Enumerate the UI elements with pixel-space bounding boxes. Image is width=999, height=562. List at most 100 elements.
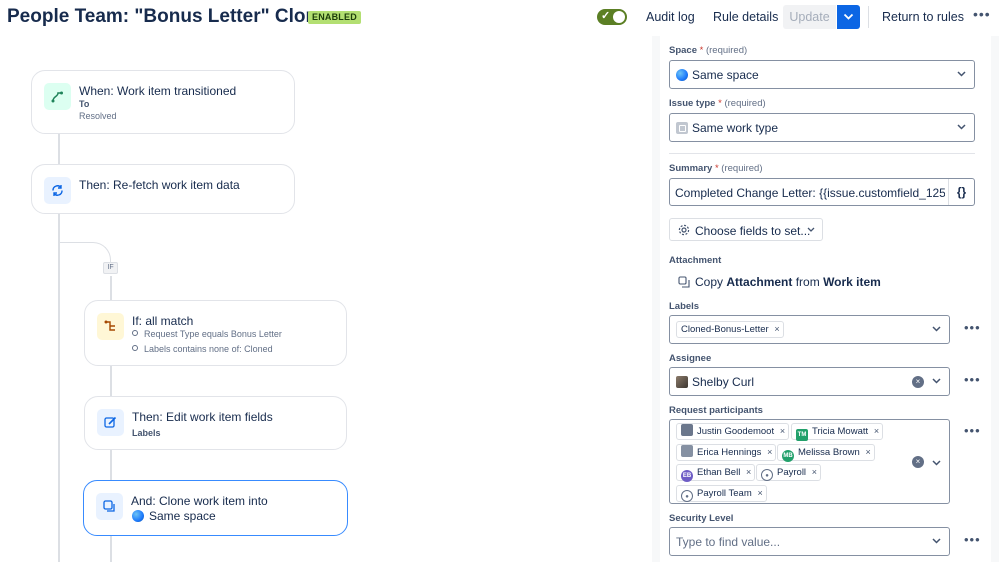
labels-more-icon[interactable]: ••• <box>964 320 981 335</box>
issue-type-value: Same work type <box>692 121 779 135</box>
participant-chip: Justin Goodemoot × <box>676 423 790 440</box>
avatar <box>681 424 693 436</box>
return-to-rules-button[interactable]: Return to rules <box>882 10 964 24</box>
chevron-down-icon <box>932 460 941 466</box>
participant-chip: Erica Hennings × <box>676 444 777 461</box>
participant-chip: MB Melissa Brown × <box>777 444 875 462</box>
user-icon: ● <box>761 469 773 481</box>
audit-log-button[interactable]: Audit log <box>646 10 695 24</box>
trigger-card[interactable]: When: Work item transitioned To Resolved <box>31 70 295 134</box>
connector-line <box>110 450 112 480</box>
header-divider <box>868 6 869 28</box>
rule-flow-canvas: When: Work item transitioned To Resolved… <box>0 36 652 562</box>
clear-icon[interactable]: × <box>912 376 924 388</box>
remove-participant-icon[interactable]: × <box>746 465 751 480</box>
avatar: TM <box>796 429 808 441</box>
connector-line <box>110 536 112 562</box>
assignee-value: Shelby Curl <box>692 375 755 389</box>
connector-line <box>58 134 60 164</box>
security-level-select[interactable]: Type to find value... <box>669 527 950 556</box>
chevron-down-icon <box>932 378 941 384</box>
remove-label-icon[interactable]: × <box>774 322 779 337</box>
toggle-knob <box>613 11 625 23</box>
participants-more-icon[interactable]: ••• <box>964 423 981 438</box>
page-title: People Team: "Bonus Letter" Clone <box>7 6 328 27</box>
remove-participant-icon[interactable]: × <box>866 445 871 460</box>
issue-type-label: Issue type * (required) <box>669 98 766 109</box>
update-dropdown-button[interactable] <box>837 5 860 29</box>
user-icon: ● <box>681 490 693 502</box>
avatar: EB <box>681 470 693 482</box>
chevron-down-icon <box>957 124 966 130</box>
condition-bullet: Labels contains none of: Cloned <box>132 344 273 354</box>
check-icon: ✓ <box>601 10 611 22</box>
clone-target: Same space <box>149 509 216 523</box>
smart-value-button[interactable]: {} <box>948 179 974 205</box>
trigger-sub-value: Resolved <box>79 111 117 121</box>
remove-participant-icon[interactable]: × <box>767 445 772 460</box>
status-badge: ENABLED <box>308 11 361 24</box>
participant-chip: ● Payroll Team × <box>676 485 767 502</box>
participant-chip: TM Tricia Mowatt × <box>791 423 884 441</box>
more-options-icon[interactable]: ••• <box>973 6 991 22</box>
rule-details-button[interactable]: Rule details <box>713 10 778 24</box>
trigger-icon <box>44 83 71 110</box>
space-select[interactable]: Same space <box>669 60 975 89</box>
security-level-placeholder: Type to find value... <box>676 535 781 549</box>
if-branch-tag: IF <box>103 262 118 274</box>
summary-input[interactable]: Completed Change Letter: {{issue.customf… <box>669 178 975 206</box>
choose-fields-label: Choose fields to set... <box>695 224 811 238</box>
choose-fields-button[interactable]: Choose fields to set... <box>669 218 823 241</box>
condition-bullet: Request Type equals Bonus Letter <box>132 329 282 339</box>
labels-label: Labels <box>669 301 700 312</box>
rule-header: People Team: "Bonus Letter" Clone ENABLE… <box>0 0 999 36</box>
summary-value: Completed Change Letter: {{issue.customf… <box>675 186 945 200</box>
trigger-sub-label: To <box>79 99 90 109</box>
clone-action-card[interactable]: And: Clone work item into Same space <box>83 480 348 536</box>
section-divider <box>669 153 975 154</box>
trigger-title: When: Work item transitioned <box>79 84 237 98</box>
refetch-title: Then: Re-fetch work item data <box>79 178 240 192</box>
rule-enabled-toggle[interactable]: ✓ <box>597 9 627 25</box>
copy-icon <box>678 276 690 288</box>
security-level-label: Security Level <box>669 513 734 524</box>
clear-icon[interactable]: × <box>912 456 924 468</box>
edit-sub-label: Labels <box>132 428 161 438</box>
condition-title: If: all match <box>132 314 194 328</box>
remove-participant-icon[interactable]: × <box>874 424 879 439</box>
participant-chip: ● Payroll × <box>756 464 822 481</box>
participant-chip: EB Ethan Bell × <box>676 464 756 482</box>
issue-type-select[interactable]: Same work type <box>669 113 975 142</box>
security-more-icon[interactable]: ••• <box>964 532 981 547</box>
update-button[interactable]: Update <box>783 5 836 29</box>
clone-icon <box>96 493 123 520</box>
remove-participant-icon[interactable]: × <box>757 486 762 501</box>
edit-action-card[interactable]: Then: Edit work item fields Labels <box>84 396 347 450</box>
panel-form: Space * (required) Same space Issue type… <box>660 36 991 562</box>
participants-select[interactable]: Justin Goodemoot × TM Tricia Mowatt × Erica… <box>669 419 950 504</box>
participants-label: Request participants <box>669 405 763 416</box>
summary-label: Summary * (required) <box>669 163 763 174</box>
avatar <box>681 445 693 457</box>
chevron-down-icon <box>843 13 854 20</box>
space-globe-icon <box>132 510 144 522</box>
chevron-down-icon <box>807 227 815 232</box>
label-chip: Cloned-Bonus-Letter × <box>676 321 784 338</box>
assignee-select[interactable]: Shelby Curl × <box>669 367 950 396</box>
avatar: MB <box>782 450 794 462</box>
edit-icon <box>97 409 124 436</box>
space-field-label: Space * (required) <box>669 45 748 56</box>
chevron-down-icon <box>932 538 941 544</box>
assignee-more-icon[interactable]: ••• <box>964 372 981 387</box>
space-value: Same space <box>692 68 759 82</box>
edit-title: Then: Edit work item fields <box>132 410 273 424</box>
remove-participant-icon[interactable]: × <box>780 424 785 439</box>
remove-participant-icon[interactable]: × <box>812 465 817 480</box>
component-config-panel: Space * (required) Same space Issue type… <box>652 36 999 562</box>
refetch-action-card[interactable]: Then: Re-fetch work item data <box>31 164 295 214</box>
refresh-icon <box>44 177 71 204</box>
condition-card[interactable]: If: all match Request Type equals Bonus … <box>84 300 347 366</box>
clone-title: And: Clone work item into <box>131 494 268 508</box>
chevron-down-icon <box>932 326 941 332</box>
labels-select[interactable]: Cloned-Bonus-Letter × <box>669 315 950 344</box>
